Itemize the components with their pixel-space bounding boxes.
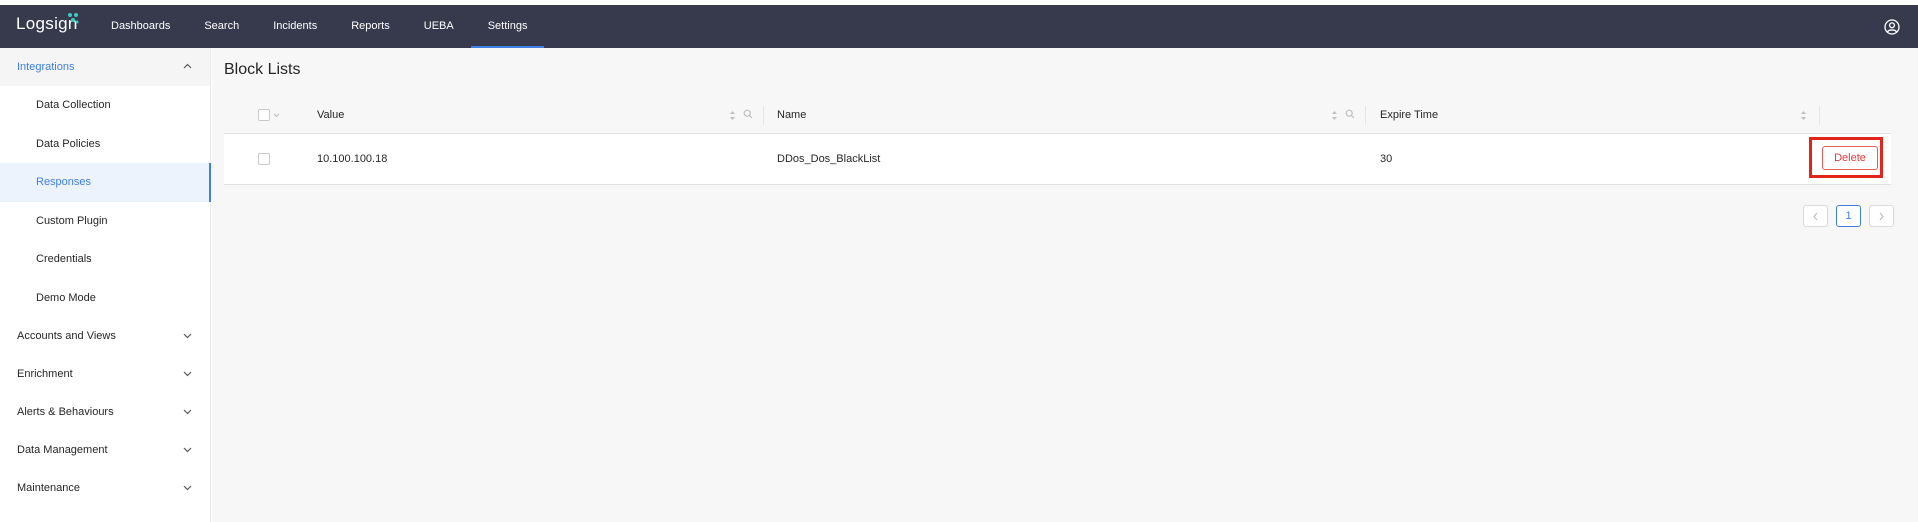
cell-expire-time: 30 <box>1380 153 1393 165</box>
column-divider <box>763 106 764 125</box>
chevron-down-icon <box>183 371 192 377</box>
column-divider <box>1365 106 1366 125</box>
search-icon[interactable] <box>743 109 753 119</box>
cell-name: DDos_Dos_BlackList <box>777 153 881 165</box>
sidebar-group-label: Data Management <box>17 444 108 456</box>
main-nav: Dashboards Search Incidents Reports UEBA… <box>94 5 545 48</box>
column-header-expire-time[interactable]: Expire Time <box>1380 97 1438 133</box>
block-lists-table: Value Name Expire Time 10.100.100.18 DDo… <box>224 97 1891 185</box>
nav-dashboards[interactable]: Dashboards <box>94 5 187 48</box>
chevron-down-icon <box>183 409 192 415</box>
sidebar-item-credentials[interactable]: Credentials <box>0 240 210 279</box>
sidebar-item-responses[interactable]: Responses <box>0 163 211 202</box>
sort-icon[interactable] <box>1800 110 1807 121</box>
sidebar-item-demo-mode[interactable]: Demo Mode <box>0 279 210 318</box>
sidebar-item-data-collection[interactable]: Data Collection <box>0 86 210 125</box>
sidebar-group-label: Enrichment <box>17 368 73 380</box>
previous-page-button[interactable] <box>1803 205 1828 227</box>
main-content: Block Lists Value Name Expire Time 10.10… <box>212 48 1918 522</box>
chevron-down-icon <box>183 333 192 339</box>
sidebar-group-label: Alerts & Behaviours <box>17 406 114 418</box>
table-header: Value Name Expire Time <box>224 97 1891 134</box>
cell-value: 10.100.100.18 <box>317 153 388 165</box>
sidebar-group-alerts-behaviours[interactable]: Alerts & Behaviours <box>0 393 210 431</box>
chevron-right-icon <box>1879 212 1884 220</box>
sort-icon[interactable] <box>729 110 736 121</box>
chevron-up-icon <box>183 63 192 69</box>
column-header-name[interactable]: Name <box>777 97 806 133</box>
chevron-left-icon <box>1813 212 1818 220</box>
app-frame: Logsign Dashboards Search Incidents Repo… <box>0 5 1918 522</box>
sidebar-group-enrichment[interactable]: Enrichment <box>0 355 210 393</box>
sidebar-group-integrations[interactable]: Integrations <box>0 48 210 86</box>
logo-mark-icon <box>68 13 79 24</box>
chevron-down-icon <box>183 485 192 491</box>
sidebar-group-label: Maintenance <box>17 482 80 494</box>
search-icon[interactable] <box>1345 109 1355 119</box>
sidebar-item-custom-plugin[interactable]: Custom Plugin <box>0 202 210 241</box>
page-title: Block Lists <box>224 61 301 78</box>
checkbox-box <box>258 109 270 121</box>
checkbox-box <box>258 153 270 165</box>
nav-reports[interactable]: Reports <box>334 5 407 48</box>
chevron-down-icon <box>183 447 192 453</box>
nav-settings[interactable]: Settings <box>470 5 545 48</box>
pagination: 1 <box>1803 205 1894 227</box>
column-header-value[interactable]: Value <box>317 97 344 133</box>
page-button-current[interactable]: 1 <box>1836 205 1861 227</box>
select-all-checkbox[interactable] <box>258 97 280 133</box>
sort-icon[interactable] <box>1331 110 1338 121</box>
settings-sidebar: Integrations Data Collection Data Polici… <box>0 48 211 522</box>
sidebar-group-data-management[interactable]: Data Management <box>0 431 210 469</box>
sidebar-group-label: Integrations <box>17 61 75 73</box>
chevron-down-icon[interactable] <box>273 112 280 119</box>
nav-search[interactable]: Search <box>187 5 256 48</box>
table-row: 10.100.100.18 DDos_Dos_BlackList 30 Dele… <box>224 134 1891 185</box>
next-page-button[interactable] <box>1869 205 1894 227</box>
row-checkbox[interactable] <box>258 134 270 184</box>
sidebar-item-data-policies[interactable]: Data Policies <box>0 125 210 164</box>
sidebar-group-maintenance[interactable]: Maintenance <box>0 469 210 507</box>
top-navigation-bar: Logsign Dashboards Search Incidents Repo… <box>0 5 1918 48</box>
column-divider <box>1819 106 1820 125</box>
nav-ueba[interactable]: UEBA <box>407 5 471 48</box>
sidebar-group-accounts-and-views[interactable]: Accounts and Views <box>0 317 210 355</box>
user-account-icon[interactable] <box>1884 19 1900 35</box>
delete-button[interactable]: Delete <box>1822 146 1878 170</box>
nav-incidents[interactable]: Incidents <box>256 5 334 48</box>
sidebar-group-label: Accounts and Views <box>17 330 116 342</box>
